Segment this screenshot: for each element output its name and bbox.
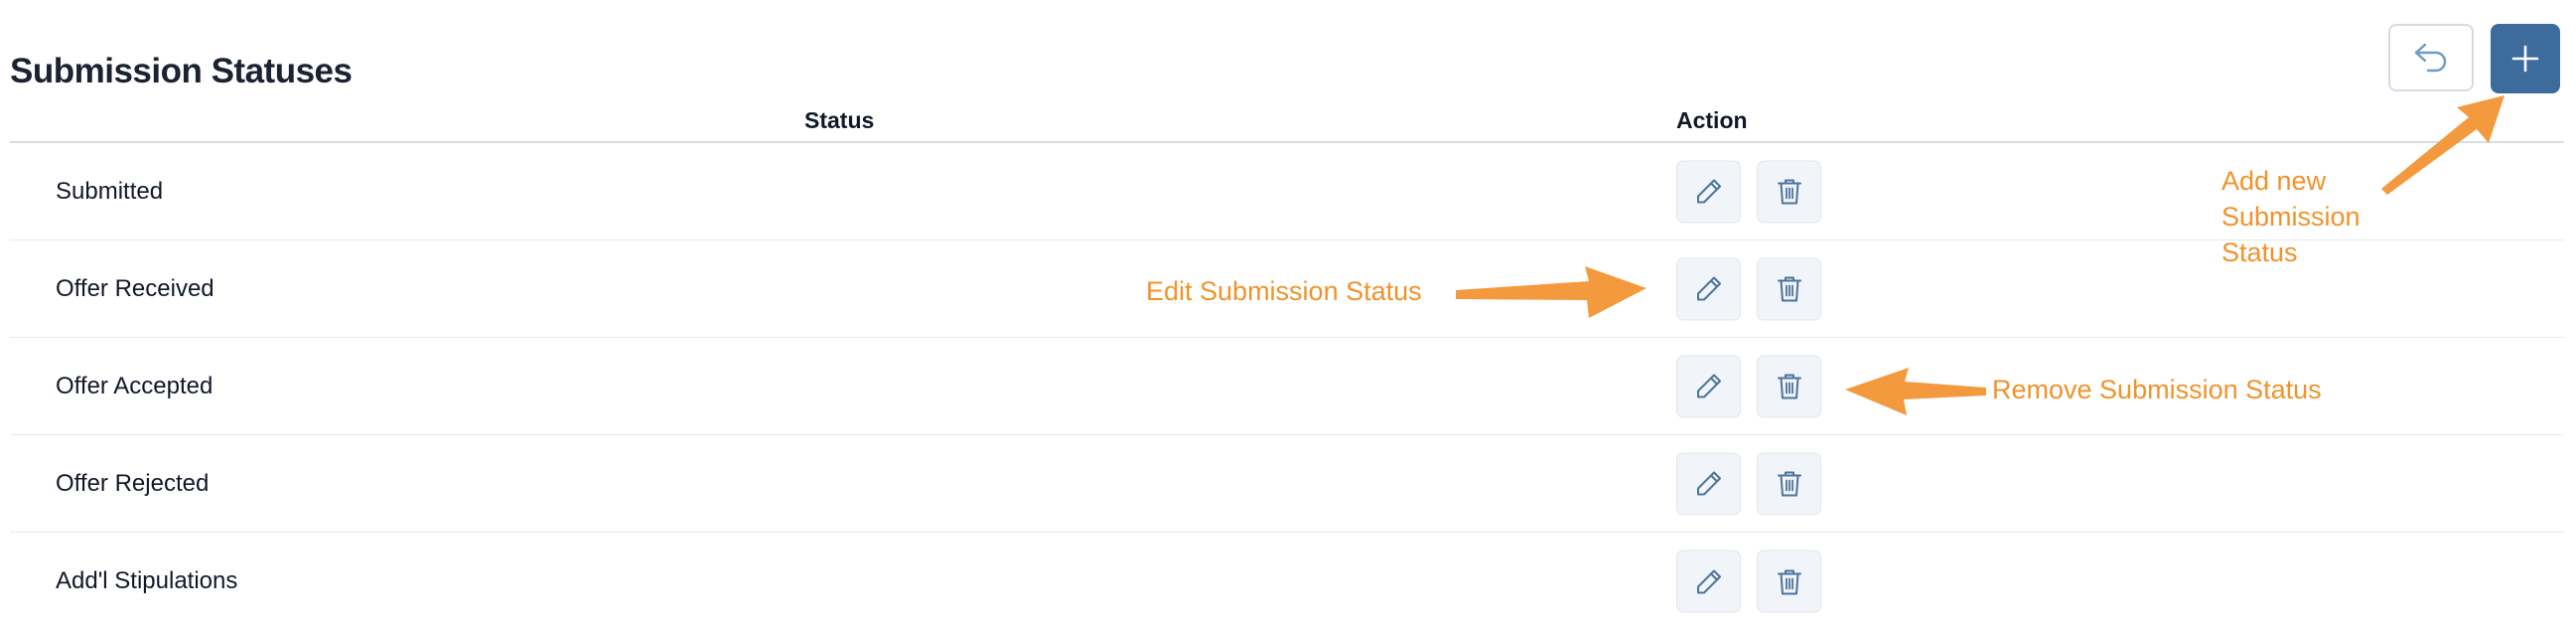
table-header: Status Action <box>10 103 2564 143</box>
edit-button[interactable] <box>1676 257 1741 320</box>
status-label: Offer Received <box>56 274 215 302</box>
table-row: Submitted <box>10 143 2564 240</box>
add-annotation: Add new Submission Status <box>2221 163 2390 270</box>
undo-button[interactable] <box>2388 24 2474 91</box>
status-label: Offer Accepted <box>56 372 214 399</box>
pencil-icon <box>1696 569 1721 593</box>
add-annotation-line: Add new <box>2221 166 2327 196</box>
undo-icon <box>2414 43 2447 73</box>
pencil-icon <box>1696 179 1721 204</box>
trash-icon <box>1777 276 1801 302</box>
edit-button[interactable] <box>1676 355 1741 417</box>
add-annotation-line: Submission <box>2221 202 2361 232</box>
statuses-table: Status Action Submitted Offer Received Off… <box>10 103 2564 630</box>
edit-button[interactable] <box>1676 160 1741 223</box>
trash-icon <box>1777 569 1801 594</box>
status-label: Offer Rejected <box>56 469 210 497</box>
status-label: Submitted <box>56 177 164 205</box>
trash-icon <box>1777 179 1801 205</box>
delete-button[interactable] <box>1757 452 1821 515</box>
delete-button[interactable] <box>1757 160 1821 223</box>
row-actions <box>1676 550 1821 613</box>
delete-button[interactable] <box>1757 550 1821 613</box>
row-actions <box>1676 257 1821 320</box>
table-row: Offer Rejected <box>10 435 2564 533</box>
page-title: Submission Statuses <box>10 52 353 90</box>
trash-icon <box>1777 471 1801 497</box>
table-row: Add'l Stipulations <box>10 533 2564 630</box>
plus-icon <box>2511 45 2539 73</box>
row-actions <box>1676 160 1821 223</box>
delete-button[interactable] <box>1757 355 1821 417</box>
pencil-icon <box>1696 276 1721 301</box>
edit-button[interactable] <box>1676 452 1741 515</box>
status-column-header: Status <box>804 107 875 133</box>
pencil-icon <box>1696 471 1721 496</box>
action-column-header: Action <box>1676 107 1748 133</box>
add-status-button[interactable] <box>2491 24 2560 93</box>
remove-annotation: Remove Submission Status <box>1992 375 2322 404</box>
delete-button[interactable] <box>1757 257 1821 320</box>
row-actions <box>1676 355 1821 417</box>
status-label: Add'l Stipulations <box>56 567 238 594</box>
trash-icon <box>1777 374 1801 399</box>
edit-button[interactable] <box>1676 550 1741 613</box>
top-actions <box>2388 24 2560 93</box>
add-annotation-line: Status <box>2221 237 2298 267</box>
edit-annotation: Edit Submission Status <box>1146 276 1422 306</box>
row-actions <box>1676 452 1821 515</box>
pencil-icon <box>1696 374 1721 398</box>
